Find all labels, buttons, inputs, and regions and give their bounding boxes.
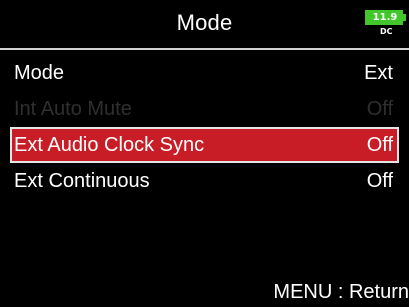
page-title: Mode bbox=[176, 10, 233, 35]
battery-tip bbox=[403, 14, 406, 21]
battery-voltage: 11.9 bbox=[372, 12, 398, 23]
menu-item-label: Ext Continuous bbox=[14, 170, 150, 192]
menu-item-mode[interactable]: Mode Ext bbox=[10, 55, 399, 91]
menu-return-hint[interactable]: MENU : Return bbox=[273, 277, 409, 307]
menu-item-int-auto-mute: Int Auto Mute Off bbox=[10, 91, 399, 127]
menu-item-value: Off bbox=[366, 134, 393, 156]
device-screen: Mode 11.9 DC Mode Ext Int Auto Mute Off … bbox=[0, 0, 409, 307]
menu-item-ext-continuous[interactable]: Ext Continuous Off bbox=[10, 163, 399, 199]
settings-menu: Mode Ext Int Auto Mute Off Ext Audio Clo… bbox=[0, 55, 409, 199]
battery-icon: 11.9 DC bbox=[365, 10, 409, 38]
menu-item-label: Ext Audio Clock Sync bbox=[14, 134, 205, 156]
menu-item-value: Ext bbox=[364, 62, 393, 84]
header-divider bbox=[0, 48, 409, 50]
menu-item-label: Int Auto Mute bbox=[14, 98, 132, 120]
battery-body: 11.9 bbox=[365, 10, 403, 25]
power-source-label: DC bbox=[380, 27, 393, 36]
menu-item-value: Off bbox=[366, 170, 393, 192]
menu-item-value: Off bbox=[366, 98, 393, 120]
menu-item-ext-audio-clock-sync[interactable]: Ext Audio Clock Sync Off bbox=[10, 127, 399, 163]
header-bar: Mode 11.9 DC bbox=[0, 0, 409, 45]
menu-item-label: Mode bbox=[14, 62, 65, 84]
